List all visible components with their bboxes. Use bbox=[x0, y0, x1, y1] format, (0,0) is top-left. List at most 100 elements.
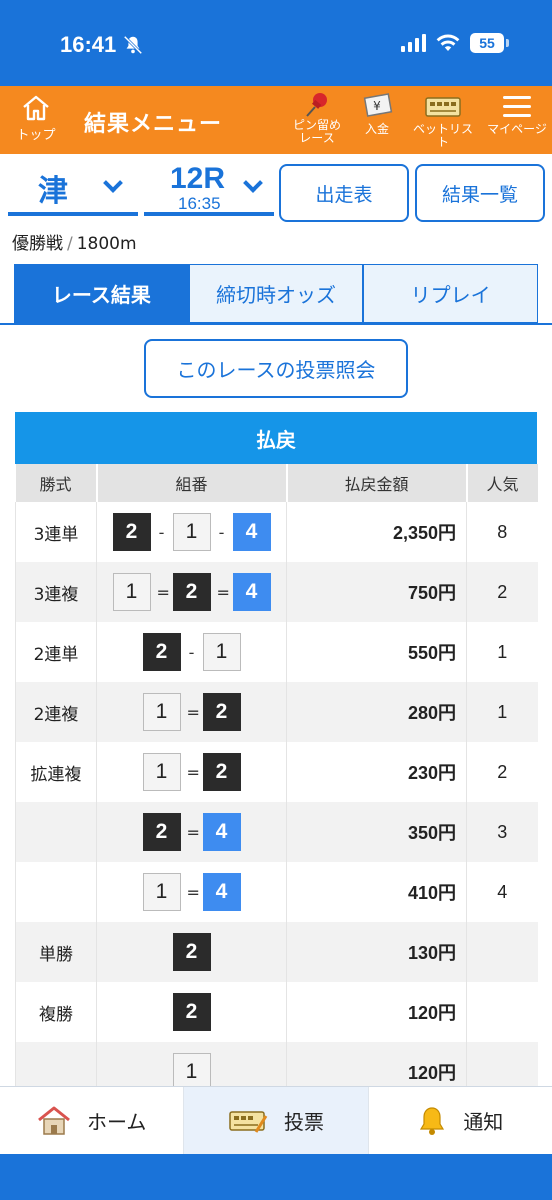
combination: 2 bbox=[97, 993, 286, 1031]
combination-cell: 1 = 2 bbox=[96, 682, 287, 742]
popularity bbox=[466, 982, 538, 1042]
combination: 2 = 4 bbox=[97, 813, 286, 851]
boat-number-badge: 4 bbox=[232, 573, 271, 611]
boat-number-badge: 1 bbox=[142, 753, 181, 791]
nav-vote-label: 投票 bbox=[283, 1110, 324, 1134]
mypage-label: マイページ bbox=[487, 122, 547, 136]
col-popularity: 人気 bbox=[465, 464, 538, 502]
payout-row: 単勝 2 130円 bbox=[15, 922, 538, 982]
combination-cell: 2-1-4 bbox=[96, 502, 287, 562]
popularity: 2 bbox=[466, 562, 538, 622]
tab-closing-odds[interactable]: 締切時オッズ bbox=[188, 264, 364, 322]
pin-race-button[interactable]: ピン留め レース bbox=[286, 92, 348, 145]
venue-select[interactable]: 津 bbox=[8, 162, 138, 216]
tab-race-result[interactable]: レース結果 bbox=[14, 264, 189, 322]
bell-off-icon bbox=[123, 35, 143, 55]
page-title: 結果メニュー bbox=[84, 112, 223, 137]
boat-number-badge: 1 bbox=[142, 693, 181, 731]
bet-type: 3連単 bbox=[15, 502, 97, 562]
payout-row: 複勝 2 120円 bbox=[15, 982, 538, 1042]
top-button[interactable]: トップ bbox=[12, 94, 60, 143]
entries-button[interactable]: 出走表 bbox=[279, 164, 409, 222]
payout-amount: 410円 bbox=[286, 862, 467, 922]
pushpin-icon bbox=[306, 93, 327, 117]
vote-inquiry-button[interactable]: このレースの投票照会 bbox=[144, 339, 408, 398]
battery-indicator: 55 bbox=[470, 33, 509, 53]
combo-separator: = bbox=[156, 582, 170, 602]
results-list-button[interactable]: 結果一覧 bbox=[415, 164, 545, 222]
boat-number-badge: 1 bbox=[172, 513, 211, 551]
nav-vote[interactable]: 投票 bbox=[183, 1087, 368, 1154]
bet-type: 2連単 bbox=[15, 622, 97, 682]
boat-number-badge: 2 bbox=[172, 933, 211, 971]
deposit-button[interactable]: ¥ 入金 bbox=[356, 92, 398, 136]
status-bar: 16:41 55 bbox=[0, 0, 552, 86]
betlist-label: ベットリスト bbox=[412, 122, 473, 149]
nav-notice-label: 通知 bbox=[463, 1110, 504, 1134]
payout-amount: 120円 bbox=[286, 982, 467, 1042]
race-distance: 1800m bbox=[76, 234, 137, 254]
bet-ticket-icon bbox=[425, 97, 461, 117]
boat-number-badge: 2 bbox=[142, 633, 181, 671]
mypage-button[interactable]: マイページ bbox=[486, 92, 548, 136]
boat-number-badge: 1 bbox=[112, 573, 151, 611]
result-tabs: レース結果 締切時オッズ リプレイ bbox=[14, 264, 539, 324]
popularity: 4 bbox=[466, 862, 538, 922]
payout-row: 2 = 4 350円 3 bbox=[15, 802, 538, 862]
status-time: 16:41 bbox=[60, 32, 117, 57]
system-bar bbox=[0, 1154, 552, 1200]
combination-cell: 1 = 2 bbox=[96, 742, 287, 802]
race-name: 優勝戦 bbox=[12, 234, 63, 254]
bet-type: 3連複 bbox=[15, 562, 97, 622]
combination: 1 = 2 bbox=[97, 753, 286, 791]
boat-number-badge: 2 bbox=[172, 573, 211, 611]
combo-separator: = bbox=[186, 882, 200, 902]
combination-cell: 2 bbox=[96, 982, 287, 1042]
bet-type: 単勝 bbox=[15, 922, 97, 982]
boat-number-badge: 4 bbox=[232, 513, 271, 551]
nav-notice[interactable]: 通知 bbox=[367, 1087, 552, 1154]
yen-ticket-icon: ¥ bbox=[363, 93, 393, 117]
menu-icon bbox=[503, 96, 531, 117]
tab-replay[interactable]: リプレイ bbox=[363, 264, 539, 322]
combination-cell: 2 bbox=[96, 922, 287, 982]
combination: 1 = 4 bbox=[97, 873, 286, 911]
combo-separator: - bbox=[158, 522, 165, 542]
popularity: 1 bbox=[466, 622, 538, 682]
bet-type: 2連複 bbox=[15, 682, 97, 742]
combination-cell: 1 = 4 bbox=[96, 862, 287, 922]
pin-label-2: レース bbox=[299, 131, 335, 145]
payout-grid: 勝式 組番 払戻金額 人気 3連単 2-1-4 2,350円 8 3連複 1 = 2 = 4 750… bbox=[15, 464, 538, 1102]
bell-icon bbox=[420, 1106, 445, 1135]
col-payout-amount: 払戻金額 bbox=[285, 464, 467, 502]
combination: 1 = 2 bbox=[97, 693, 286, 731]
bet-type bbox=[15, 802, 97, 862]
ticket-icon bbox=[229, 1110, 268, 1133]
payout-amount: 550円 bbox=[286, 622, 467, 682]
boat-number-badge: 2 bbox=[172, 993, 211, 1031]
top-label: トップ bbox=[16, 128, 56, 143]
payout-header-row: 勝式 組番 払戻金額 人気 bbox=[15, 464, 538, 502]
status-indicators: 55 bbox=[401, 33, 509, 53]
col-bet-type: 勝式 bbox=[15, 464, 97, 502]
payout-title: 払戻 bbox=[15, 412, 537, 464]
race-select[interactable]: 12R 16:35 bbox=[144, 162, 274, 216]
combo-separator: = bbox=[216, 582, 230, 602]
race-time: 16:35 bbox=[178, 194, 221, 213]
race-number: 12R bbox=[170, 162, 226, 195]
combination-cell: 2-1 bbox=[96, 622, 287, 682]
payout-amount: 230円 bbox=[286, 742, 467, 802]
chevron-down-icon bbox=[103, 173, 123, 193]
betlist-button[interactable]: ベットリスト bbox=[408, 92, 478, 149]
combo-separator: = bbox=[186, 762, 200, 782]
payout-amount: 2,350円 bbox=[286, 502, 467, 562]
boat-number-badge: 1 bbox=[142, 873, 181, 911]
nav-home[interactable]: ホーム bbox=[0, 1087, 183, 1154]
combination-cell: 1 = 2 = 4 bbox=[96, 562, 287, 622]
payout-row: 1 = 4 410円 4 bbox=[15, 862, 538, 922]
popularity: 8 bbox=[466, 502, 538, 562]
race-info: 優勝戦/1800m bbox=[12, 229, 137, 254]
payout-amount: 280円 bbox=[286, 682, 467, 742]
payout-amount: 750円 bbox=[286, 562, 467, 622]
combination: 2-1 bbox=[97, 633, 286, 671]
